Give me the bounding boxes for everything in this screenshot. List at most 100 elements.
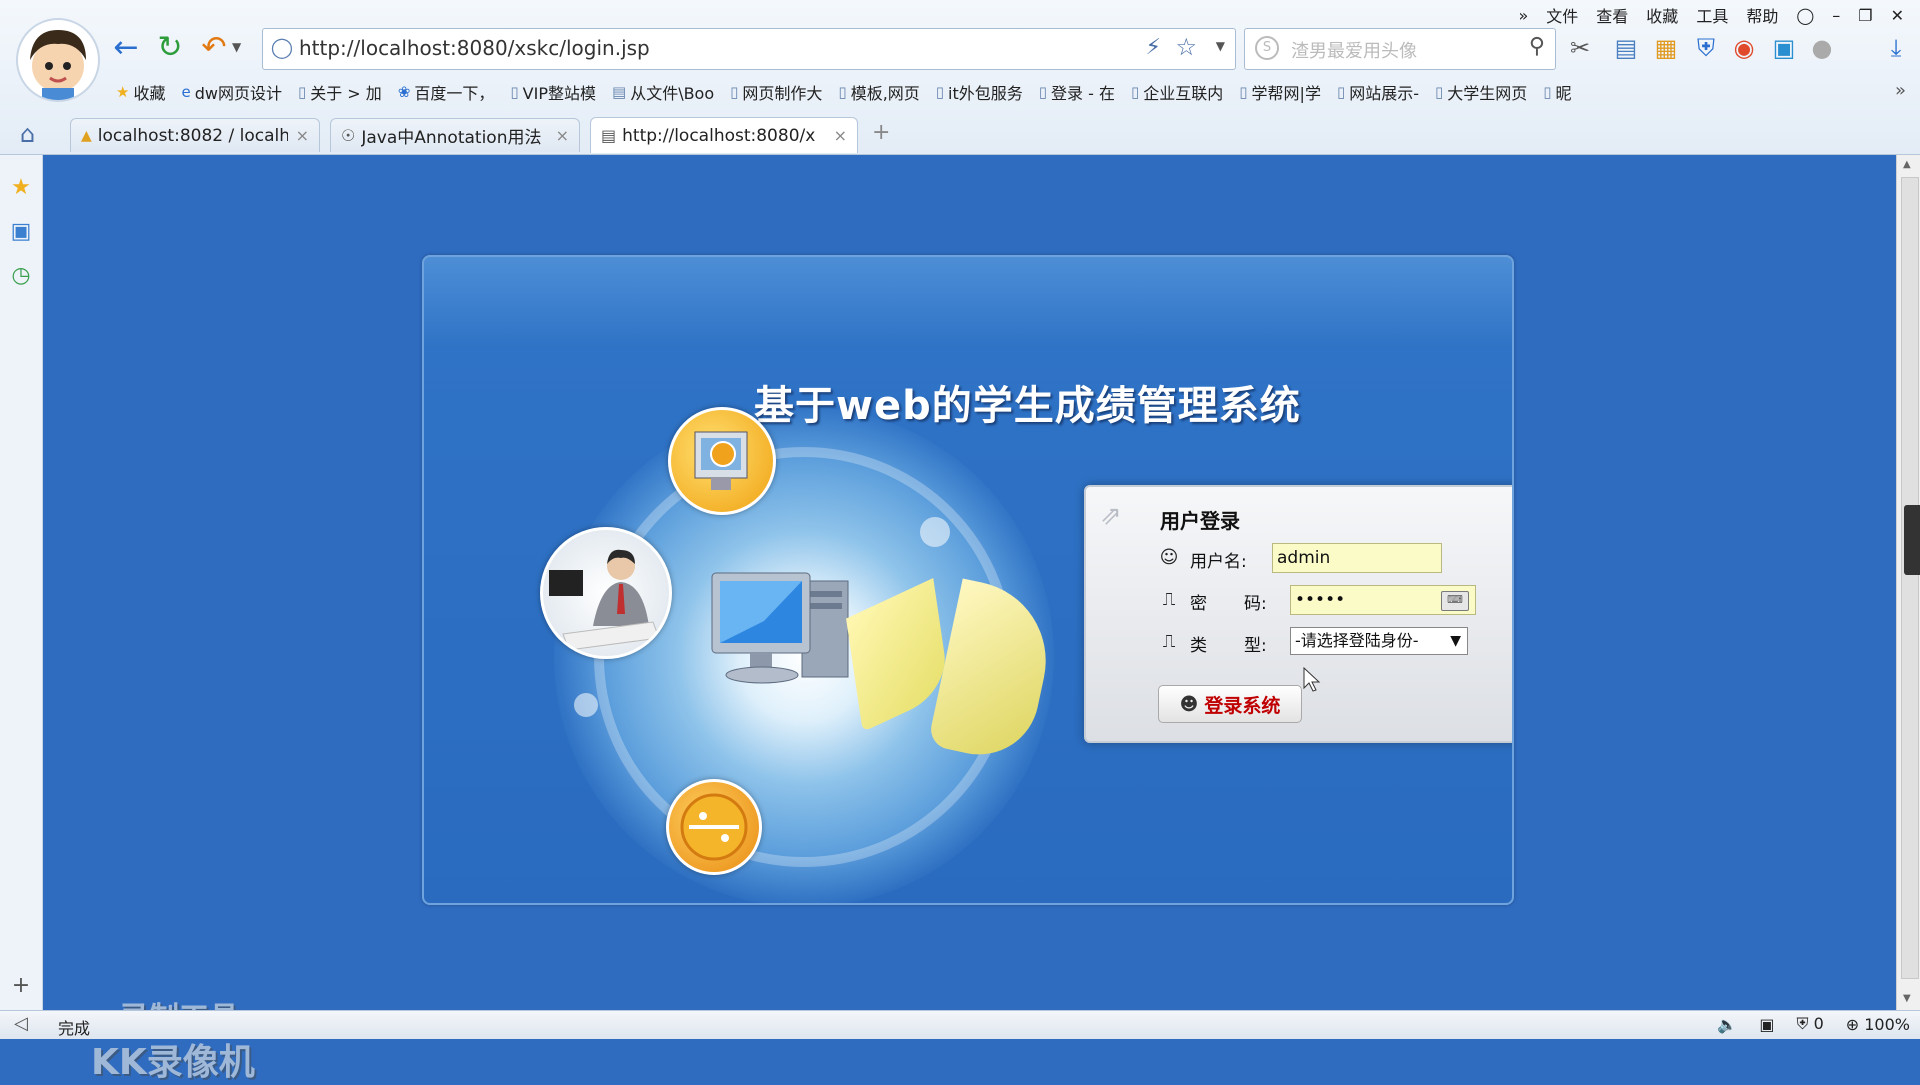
- tab-login-page[interactable]: ▤ http://localhost:8080/x ×: [590, 117, 858, 153]
- menu-more[interactable]: »: [1518, 6, 1528, 25]
- search-engine-icon[interactable]: S: [1255, 36, 1279, 60]
- translate-icon[interactable]: ▣: [1768, 32, 1800, 64]
- lightning-icon[interactable]: ⚡: [1146, 35, 1161, 60]
- undo-dropdown-icon[interactable]: ▼: [232, 40, 241, 54]
- bookmarks-bar: ★ 收藏 e dw网页设计 ▯ 关于 > 加 ❀ 百度一下， ▯ VIP整站模 ▤ 从文件\Boo ▯ 网…: [108, 78, 1580, 106]
- bookmark-item[interactable]: ▯ 登录 - 在: [1031, 78, 1123, 106]
- scroll-up-icon[interactable]: ▲: [1903, 159, 1911, 170]
- scroll-down-icon[interactable]: ▼: [1903, 993, 1911, 1004]
- bookmark-item[interactable]: ▯ VIP整站模: [502, 78, 604, 106]
- tab-java-annotation[interactable]: ☉ Java中Annotation用法 ×: [330, 118, 580, 152]
- decorative-orb: [574, 693, 598, 717]
- bookmark-label: it外包服务: [948, 84, 1023, 103]
- address-dropdown-icon[interactable]: ▼: [1216, 39, 1225, 53]
- vertical-scrollbar[interactable]: ▲ ▼: [1896, 155, 1920, 1010]
- role-select[interactable]: -请选择登陆身份- ▼: [1290, 627, 1468, 655]
- zoom-control[interactable]: ⊕ 100%: [1846, 1015, 1910, 1034]
- menu-tools[interactable]: 工具: [1696, 3, 1728, 27]
- login-banner: 基于web的学生成绩管理系统 ⇗ 用户登录 ☺ 用户名: admin ⎍ 密 码…: [422, 255, 1514, 905]
- undo-icon[interactable]: ↶: [196, 30, 232, 66]
- lock-icon: ⎍: [1162, 631, 1176, 652]
- bookmark-label: dw网页设计: [194, 84, 282, 103]
- history-clock-icon[interactable]: ◷: [8, 263, 34, 289]
- bookmark-item[interactable]: e dw网页设计: [173, 78, 289, 106]
- sidebar-toggle-icon[interactable]: ◁: [14, 1013, 28, 1034]
- refresh-icon[interactable]: ↻: [152, 30, 188, 66]
- star-icon[interactable]: ☆: [1175, 33, 1197, 61]
- app-icon[interactable]: ◉: [1728, 32, 1760, 64]
- skin-icon[interactable]: ◯: [1796, 6, 1814, 25]
- page-icon: ▯: [1543, 83, 1552, 101]
- bookmark-label: 大学生网页: [1447, 84, 1528, 103]
- page-icon[interactable]: ▤: [1610, 32, 1642, 64]
- reader-icon[interactable]: ▣: [8, 219, 34, 245]
- chevron-down-icon: ▼: [1450, 633, 1461, 649]
- bookmark-label: VIP整站模: [522, 84, 596, 103]
- folder-icon: ▤: [612, 83, 627, 101]
- bookmark-item[interactable]: ❀ 百度一下，: [390, 78, 503, 106]
- download-icon[interactable]: ⤓: [1880, 32, 1912, 64]
- bookmark-item[interactable]: ▯ 昵: [1535, 78, 1579, 106]
- bookmark-label: 收藏: [133, 84, 166, 103]
- menu-view[interactable]: 查看: [1596, 3, 1628, 27]
- bookmark-item[interactable]: ▯ 关于 > 加: [290, 78, 390, 106]
- address-input[interactable]: http://localhost:8080/xskc/login.jsp: [299, 36, 650, 60]
- close-icon[interactable]: ✕: [1891, 6, 1904, 25]
- bookmark-label: 网页制作大: [742, 84, 823, 103]
- favorites-star-icon[interactable]: ★: [8, 175, 34, 201]
- close-tab-icon[interactable]: ×: [556, 126, 569, 145]
- search-input[interactable]: 渣男最爱用头像: [1291, 37, 1417, 63]
- shield-icon[interactable]: ⛨: [1690, 32, 1722, 64]
- search-box[interactable]: S 渣男最爱用头像 ⚲: [1244, 28, 1556, 70]
- bookmark-item[interactable]: ▯ it外包服务: [928, 78, 1031, 106]
- bookmark-item[interactable]: ★ 收藏: [108, 78, 173, 106]
- speaker-icon[interactable]: 🔈: [1717, 1015, 1737, 1034]
- pma-icon: ▲: [81, 127, 92, 144]
- menu-bar: » 文件 查看 收藏 工具 帮助 ◯ – ❐ ✕: [1518, 2, 1904, 28]
- login-button[interactable]: ☻ 登录系统: [1158, 685, 1302, 723]
- password-input[interactable]: ••••• ⌨: [1290, 585, 1476, 615]
- menu-file[interactable]: 文件: [1546, 3, 1578, 27]
- search-icon[interactable]: ⚲: [1529, 34, 1545, 59]
- add-icon[interactable]: +: [8, 973, 34, 999]
- keyboard-icon[interactable]: ⌨: [1441, 591, 1469, 611]
- bookmark-item[interactable]: ▯ 网站展示-: [1329, 78, 1427, 106]
- restore-icon[interactable]: ❐: [1858, 6, 1872, 25]
- back-icon[interactable]: ←: [108, 30, 144, 66]
- decorative-orb: [920, 517, 950, 547]
- mouse-cursor-icon: [1303, 666, 1323, 698]
- zoom-icon: ⊕: [1845, 1014, 1860, 1034]
- minimize-icon[interactable]: –: [1832, 6, 1840, 25]
- bookmark-item[interactable]: ▯ 模板,网页: [830, 78, 927, 106]
- tab-localhost-8082[interactable]: ▲ localhost:8082 / localh ×: [70, 118, 320, 152]
- bookmark-item[interactable]: ▯ 企业互联内: [1123, 78, 1231, 106]
- scrollbar-thumb[interactable]: [1901, 177, 1919, 979]
- adblock-count: 0: [1813, 1014, 1824, 1033]
- extension-icon[interactable]: ▦: [1650, 32, 1682, 64]
- scissors-icon[interactable]: ✂: [1564, 32, 1596, 64]
- new-tab-icon[interactable]: +: [872, 120, 890, 145]
- side-drawer-handle[interactable]: [1904, 505, 1920, 575]
- home-icon[interactable]: ⌂: [20, 120, 35, 148]
- adblock-icon: ⛨: [1796, 1014, 1809, 1033]
- login-heading: 用户登录: [1160, 509, 1240, 533]
- bookmark-item[interactable]: ▯ 学帮网|学: [1231, 78, 1329, 106]
- adblock-counter[interactable]: ⛨ 0: [1796, 1014, 1823, 1034]
- screenshot-icon[interactable]: ▣: [1759, 1015, 1774, 1034]
- bookmark-label: 模板,网页: [850, 84, 920, 103]
- bookmark-item[interactable]: ▯ 大学生网页: [1427, 78, 1535, 106]
- globe-icon[interactable]: ●: [1806, 32, 1838, 64]
- bookmark-label: 昵: [1555, 84, 1572, 103]
- bookmark-item[interactable]: ▯ 网页制作大: [722, 78, 830, 106]
- username-input[interactable]: admin: [1272, 543, 1442, 573]
- bookmark-item[interactable]: ▤ 从文件\Boo: [604, 78, 722, 106]
- close-tab-icon[interactable]: ×: [296, 126, 309, 145]
- bookmark-label: 登录 - 在: [1051, 84, 1115, 103]
- bookmarks-more-icon[interactable]: »: [1895, 80, 1906, 101]
- close-tab-icon[interactable]: ×: [834, 126, 847, 145]
- menu-help[interactable]: 帮助: [1746, 3, 1778, 27]
- menu-favorites[interactable]: 收藏: [1646, 3, 1678, 27]
- address-bar[interactable]: ◯ http://localhost:8080/xskc/login.jsp ⚡…: [262, 28, 1236, 70]
- page-icon: ▯: [935, 83, 945, 101]
- user-avatar[interactable]: [16, 18, 100, 102]
